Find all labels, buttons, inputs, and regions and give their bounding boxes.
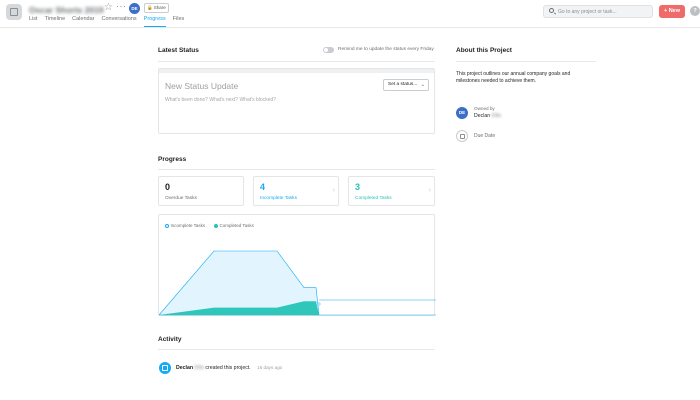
divider [456, 61, 596, 62]
search-input[interactable] [558, 7, 650, 16]
chart-canvas [159, 250, 436, 316]
completed-tasks-card[interactable]: 3 Completed Tasks › [348, 176, 435, 206]
project-tabs: List Timeline Calendar Conversations Pro… [29, 14, 191, 27]
owner-name[interactable]: Declan Ellis [474, 113, 501, 119]
tab-calendar[interactable]: Calendar [72, 14, 94, 27]
activity-actor-first[interactable]: Declan [176, 365, 193, 371]
tab-progress[interactable]: Progress [143, 14, 166, 27]
overdue-label: Overdue Tasks [165, 196, 197, 201]
owner-first-name: Declan [474, 113, 491, 119]
incomplete-count: 4 [260, 182, 266, 192]
activity-actor-last: Ellis [194, 365, 204, 371]
activity-item: Declan Ellis created this project. 16 da… [176, 365, 282, 371]
activity-heading: Activity [158, 336, 182, 343]
project-created-icon [159, 362, 171, 374]
toggle-knob [324, 48, 328, 52]
calendar-icon [460, 134, 465, 139]
progress-chart: Incomplete Tasks Completed Tasks [158, 214, 436, 316]
more-icon[interactable]: ··· [116, 1, 127, 11]
status-update-card[interactable]: New Status Update What's been done? What… [158, 68, 435, 134]
owner-last-name: Ellis [491, 113, 502, 119]
overdue-tasks-card[interactable]: 0 Overdue Tasks [158, 176, 244, 206]
star-icon[interactable]: ☆ [104, 2, 113, 13]
project-icon[interactable] [6, 4, 22, 20]
help-icon[interactable]: ? [690, 6, 700, 16]
completed-label: Completed Tasks [355, 196, 392, 201]
remind-label: Remind me to update the status every Fri… [338, 47, 434, 52]
tab-list[interactable]: List [29, 14, 38, 27]
overdue-count: 0 [165, 182, 171, 192]
completed-count: 3 [355, 182, 361, 192]
status-prompt[interactable]: What's been done? What's next? What's bl… [165, 97, 276, 103]
owner-avatar[interactable]: DE [456, 107, 468, 119]
activity-action: created this project. [203, 365, 251, 371]
divider [158, 61, 435, 62]
chevron-down-icon: ⌄ [420, 82, 425, 88]
tab-files[interactable]: Files [173, 14, 185, 27]
progress-heading: Progress [158, 156, 187, 163]
chevron-right-icon: › [332, 187, 335, 194]
status-title[interactable]: New Status Update [165, 81, 238, 91]
divider [158, 169, 435, 170]
due-date-label[interactable]: Due Date [474, 133, 495, 139]
share-label: Share [153, 5, 166, 10]
lock-icon: 🔒 [147, 5, 153, 10]
remind-toggle[interactable] [323, 47, 334, 53]
today-marker[interactable] [317, 302, 321, 306]
about-heading: About this Project [456, 47, 512, 54]
latest-status-heading: Latest Status [158, 47, 199, 54]
due-date-icon[interactable] [456, 130, 468, 142]
search-icon [549, 8, 554, 13]
project-icon-glyph [10, 8, 18, 16]
incomplete-tasks-card[interactable]: 4 Incomplete Tasks › [253, 176, 339, 206]
avatar[interactable]: DE [129, 3, 140, 14]
tab-conversations[interactable]: Conversations [101, 14, 136, 27]
set-status-label: Set a status... [388, 82, 418, 87]
new-button[interactable]: + New [659, 5, 685, 18]
incomplete-label: Incomplete Tasks [260, 196, 297, 201]
top-bar: Oscar Shorts 2019 ☆ ··· DE 🔒Share List T… [0, 0, 700, 28]
set-status-dropdown[interactable]: Set a status... ⌄ [383, 79, 429, 91]
divider [158, 349, 435, 350]
search-box[interactable] [543, 5, 653, 18]
activity-timestamp: 16 days ago [257, 365, 283, 370]
status-color-stripe [159, 69, 434, 73]
owned-by-label: Owned by [474, 106, 495, 111]
project-description[interactable]: This project outlines our annual company… [456, 71, 586, 85]
share-button[interactable]: 🔒Share [144, 3, 169, 13]
calendar-icon [162, 365, 168, 371]
tab-timeline[interactable]: Timeline [45, 14, 66, 27]
chevron-right-icon: › [428, 187, 431, 194]
